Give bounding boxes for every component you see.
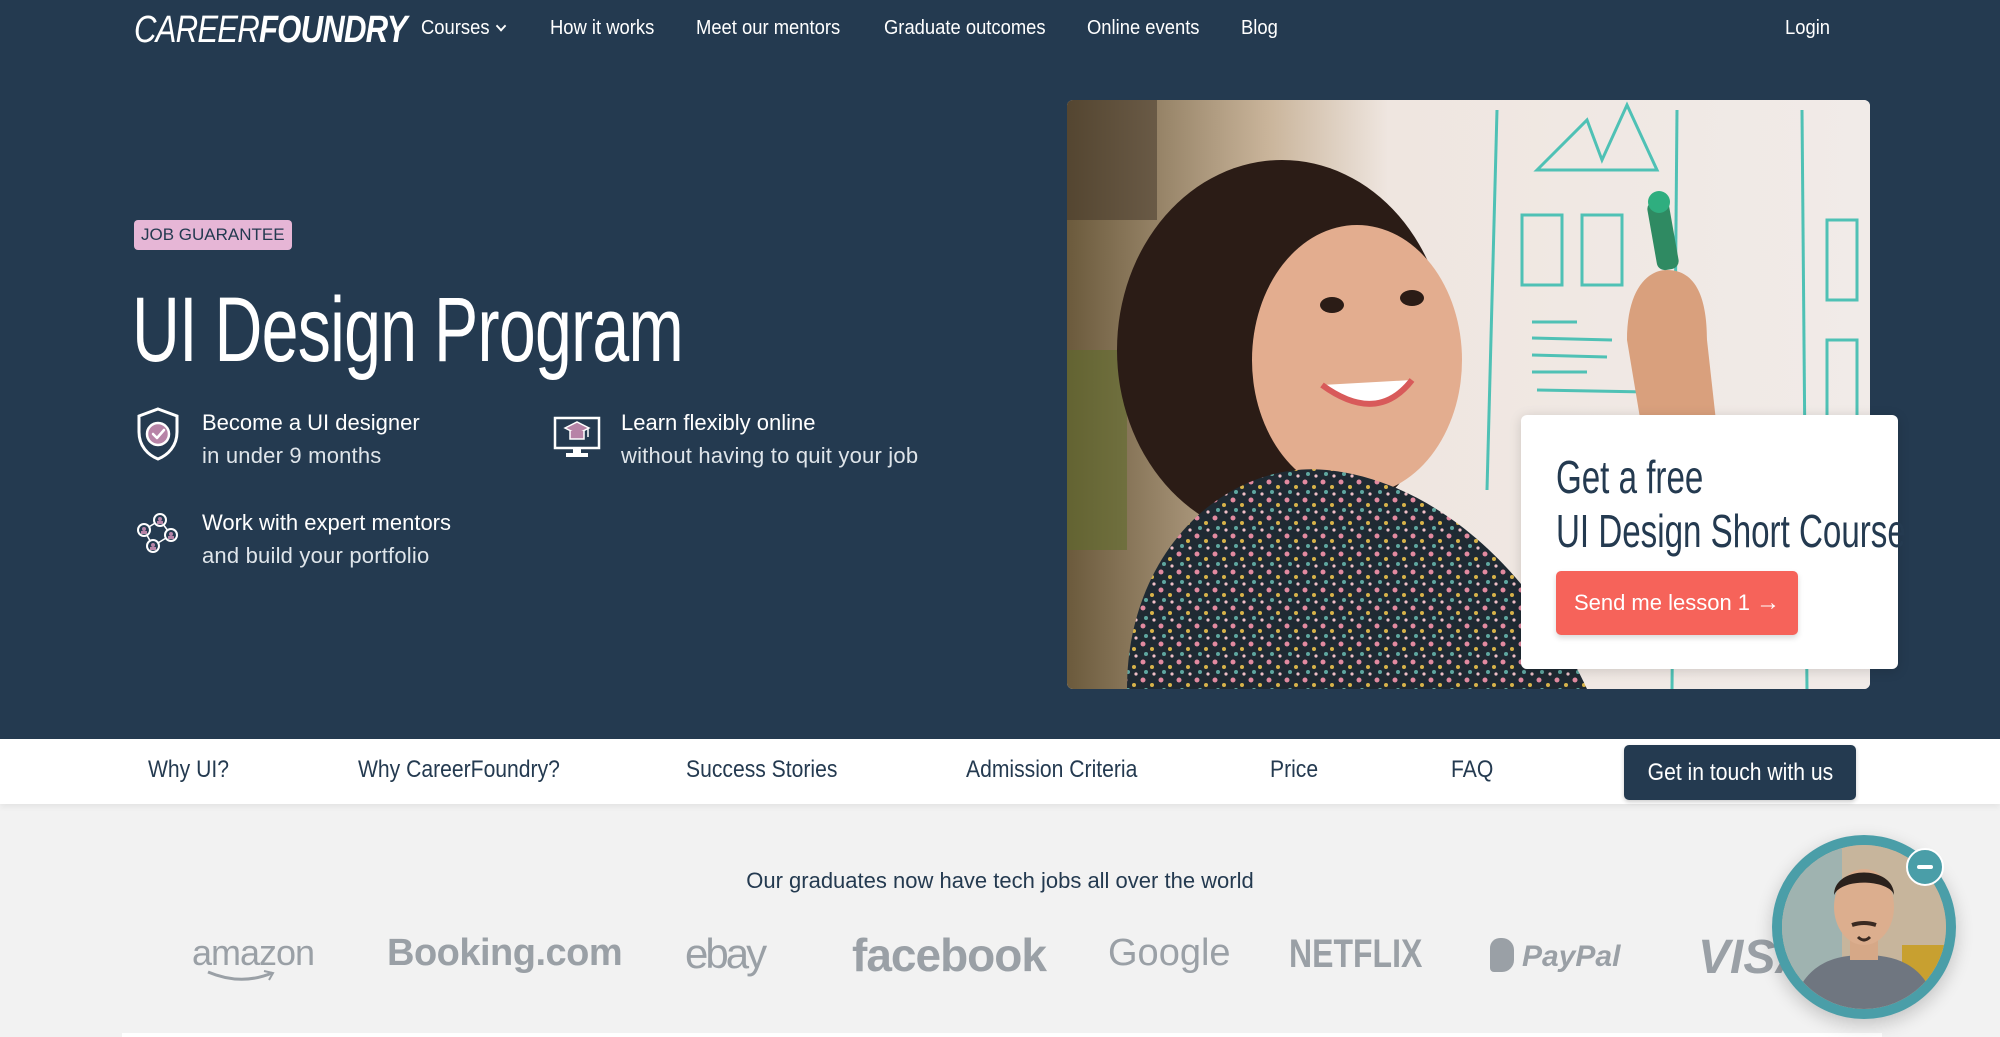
employers-tagline: Our graduates now have tech jobs all ove… (746, 868, 1254, 893)
amazon-logo: amazon (192, 932, 315, 981)
paypal-p-icon (1490, 938, 1514, 972)
content-card (122, 1033, 1882, 1037)
booking-logo: Booking.com (387, 932, 623, 974)
subnav-price[interactable]: Price (1270, 756, 1318, 784)
monitor-graduation-icon (553, 416, 601, 457)
free-course-card: Get a free UI Design Short Course Send m… (1521, 415, 1906, 669)
minimize-chat-button[interactable] (1906, 848, 1944, 886)
subnav-admission-criteria[interactable]: Admission Criteria (966, 756, 1137, 784)
mentor-network-icon (137, 513, 178, 553)
careerfoundry-logo[interactable]: CAREER FOUNDRY (134, 8, 408, 52)
google-logo: Google (1108, 932, 1231, 974)
page-title: UI Design Program (132, 279, 684, 381)
nav-graduate-outcomes[interactable]: Graduate outcomes (884, 17, 1046, 40)
send-lesson-button[interactable]: Send me lesson 1 → (1556, 571, 1798, 635)
netflix-logo: NETFLIX (1289, 932, 1423, 976)
feature-learn-online: Learn flexibly online without having to … (553, 406, 918, 472)
login-link[interactable]: Login (1785, 17, 1830, 40)
chevron-down-icon (496, 20, 507, 32)
amazon-smile-icon (207, 970, 275, 981)
program-subnav: Why UI? Why CareerFoundry? Success Stori… (0, 739, 2000, 804)
employer-logos: amazon Booking.com ebay facebook Google … (0, 929, 2000, 990)
subnav-faq[interactable]: FAQ (1451, 756, 1493, 784)
nav-blog[interactable]: Blog (1241, 17, 1278, 40)
nav-meet-our-mentors[interactable]: Meet our mentors (696, 17, 840, 40)
job-guarantee-badge: JOB GUARANTEE (134, 220, 292, 250)
nav-online-events[interactable]: Online events (1087, 17, 1200, 40)
get-in-touch-button[interactable]: Get in touch with us (1624, 745, 1856, 800)
subnav-why-careerfoundry[interactable]: Why CareerFoundry? (358, 756, 560, 784)
nav-courses[interactable]: Courses (421, 17, 507, 40)
subnav-why-ui[interactable]: Why UI? (148, 756, 229, 784)
nav-how-it-works[interactable]: How it works (550, 17, 654, 40)
paypal-logo: PayPal (1490, 938, 1620, 974)
feature-expert-mentors: Work with expert mentors and build your … (134, 506, 451, 572)
arrow-right-icon: → (1756, 589, 1781, 616)
ebay-logo: ebay (685, 930, 767, 977)
free-course-title: Get a free UI Design Short Course (1556, 451, 1906, 557)
feature-become-designer: Become a UI designer in under 9 months (134, 406, 420, 472)
facebook-logo: facebook (852, 929, 1047, 981)
shield-check-icon (137, 407, 179, 461)
hero-section: CAREER FOUNDRY Courses How it works Meet … (0, 0, 2000, 739)
subnav-success-stories[interactable]: Success Stories (686, 756, 837, 784)
